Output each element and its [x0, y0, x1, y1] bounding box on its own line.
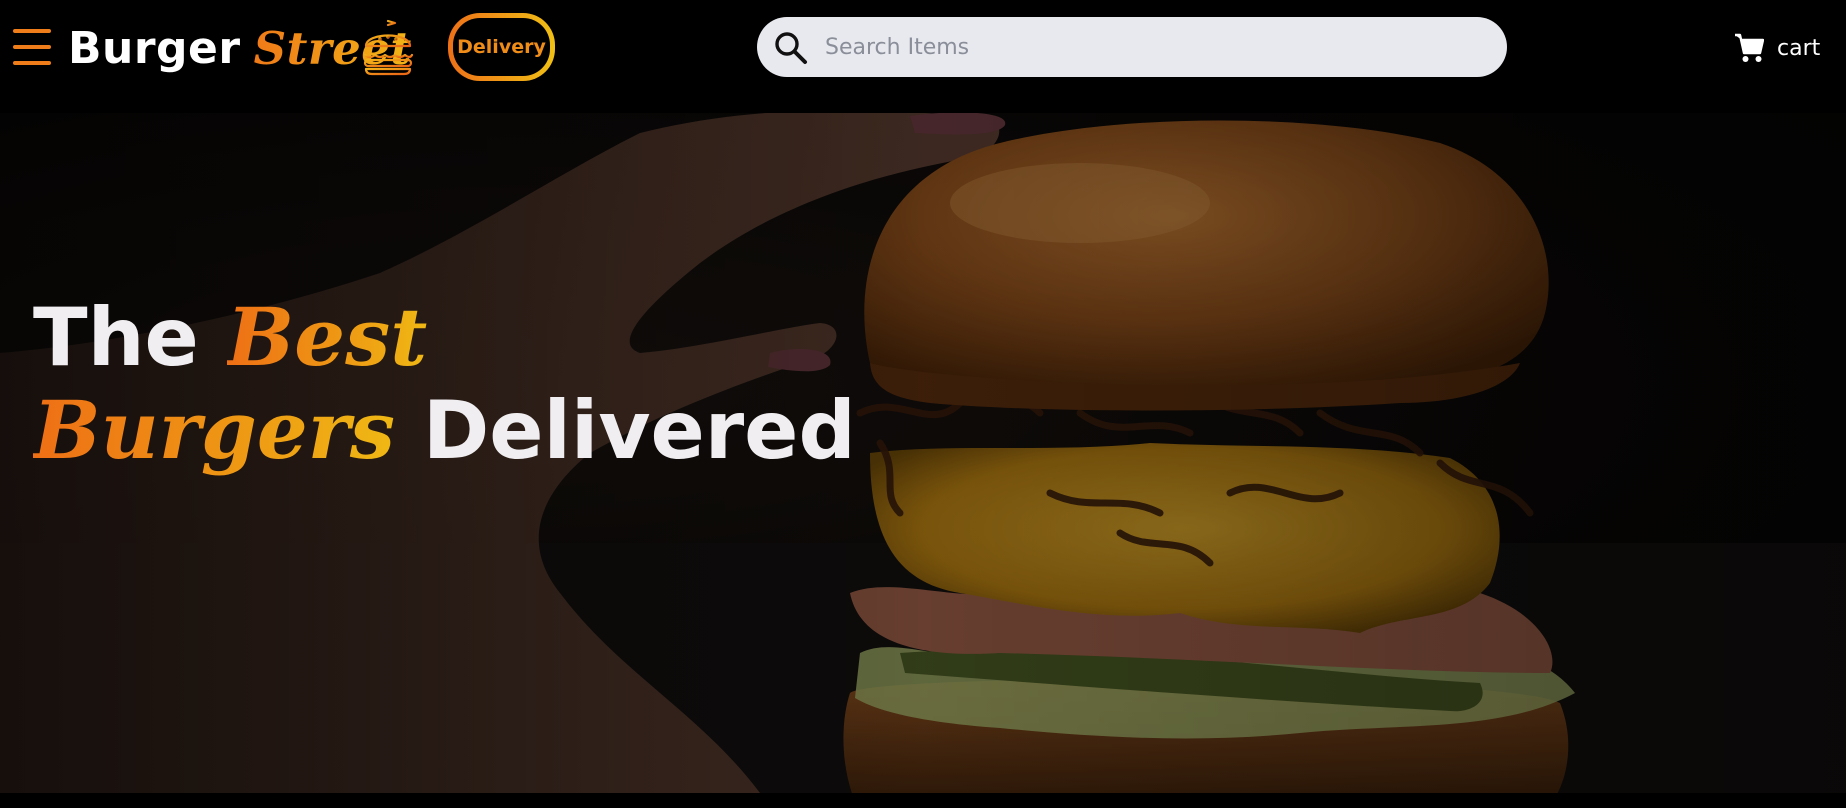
headline-best: Best — [226, 290, 428, 384]
bottom-edge — [0, 793, 1846, 808]
headline-delivered: Delivered — [422, 384, 856, 477]
headline-the: The — [33, 291, 199, 384]
hero-banner: The Best Burgers Delivered — [0, 113, 1846, 793]
delivery-button[interactable]: Delivery — [448, 13, 555, 81]
cart-icon — [1735, 33, 1764, 62]
search-icon[interactable] — [773, 30, 809, 66]
cart-button[interactable]: cart — [1734, 28, 1820, 68]
cart-label: cart — [1777, 35, 1821, 61]
burger-logo-icon — [362, 19, 414, 76]
search-input[interactable] — [825, 17, 1485, 77]
search-bar — [757, 17, 1507, 77]
hero-headline: The Best Burgers Delivered — [33, 291, 856, 477]
top-navbar: Burger Street Delivery Search Items cart — [0, 0, 1846, 113]
headline-burgers: Burgers — [33, 383, 395, 477]
brand-word-burger: Burger — [68, 22, 241, 74]
hamburger-menu-icon[interactable] — [13, 29, 51, 65]
